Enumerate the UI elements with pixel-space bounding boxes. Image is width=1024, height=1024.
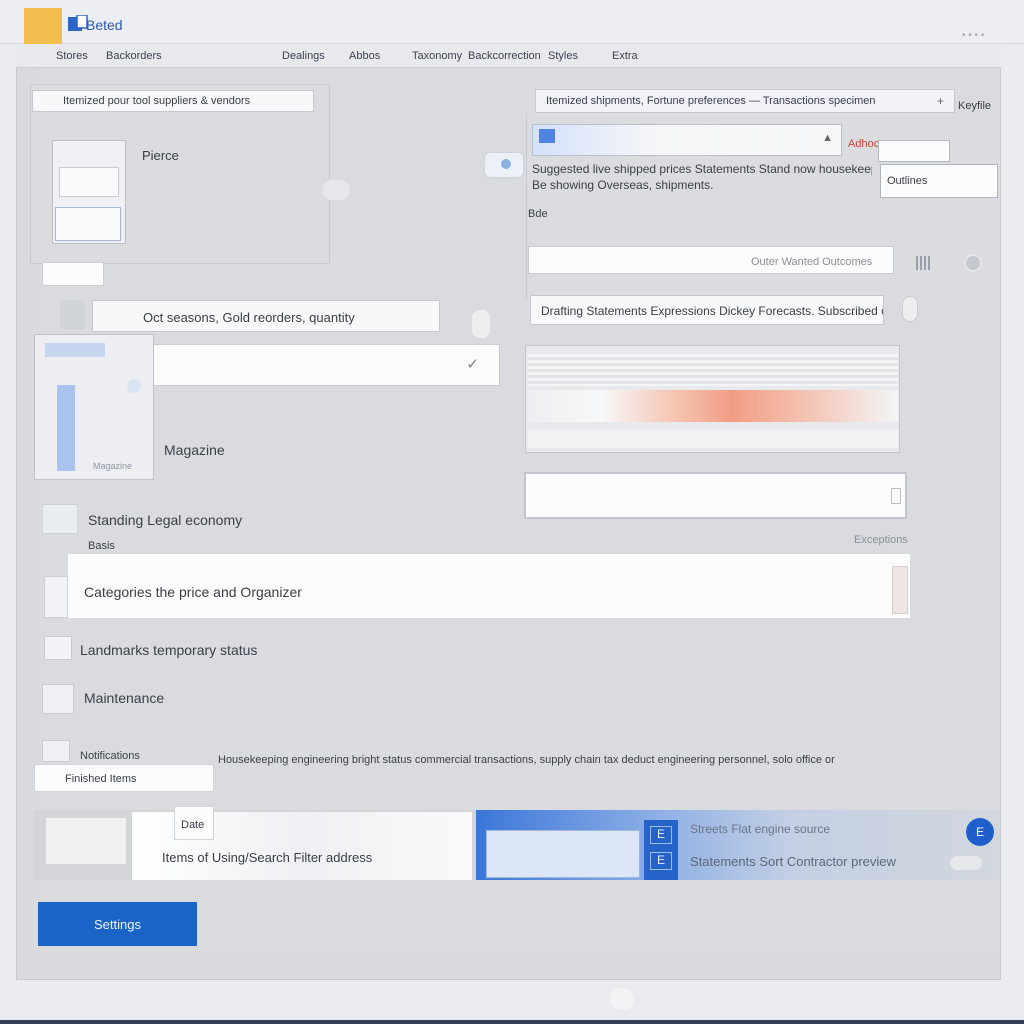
thumbnail-table [55,207,121,241]
address-bar[interactable]: Itemized shipments, Fortune preferences … [535,89,955,113]
input-spin-icon[interactable] [891,488,901,504]
right-meta: Exceptions [854,534,908,546]
quote-text-2: Be showing Overseas, shipments. [532,178,714,192]
standing-thumbnail [42,504,78,534]
left-filter-input[interactable]: Oct seasons, Gold reorders, quantity [92,300,440,332]
brand-logo-square [24,8,62,44]
window-controls-icon[interactable]: • • • • [962,30,984,41]
row1-icon [44,636,72,660]
strip-badge-1[interactable]: E [650,826,672,844]
strip-badge-2[interactable]: E [650,852,672,870]
preview-highlight-row [528,390,898,422]
list-row-2[interactable]: Maintenance [84,690,244,706]
menu-item-stores[interactable]: Stores [56,50,88,62]
row2-icon [42,684,74,714]
menu-item-extra[interactable]: Extra [612,50,638,62]
strip-right-line-1: Streets Flat engine source [690,822,831,836]
preview-chart-bar [57,385,75,471]
side-label: Keyfile [958,100,992,112]
right-top-input[interactable]: ▲ [532,124,842,156]
menu-item-styles[interactable]: Styles [548,50,578,62]
strip-inner-box[interactable] [486,830,640,878]
home-indicator-icon[interactable] [610,988,634,1010]
app-title: Beted [86,17,123,33]
strip-right-line-2: Statements Sort Contractor preview [690,854,896,869]
menu-item-taxonomy[interactable]: Taxonomy [412,50,462,62]
right-dropdown[interactable]: Outer Wanted Outcomes [528,246,894,274]
striped-preview [525,345,900,453]
preview-caption: Magazine [93,461,133,471]
circle-icon[interactable] [964,254,982,272]
menu-item-backorders[interactable]: Backorders [106,50,162,62]
top-bar [0,0,1024,44]
app-logo-icon [68,15,88,31]
input-flag-icon [539,129,555,143]
section-sub: Basis [88,540,115,552]
assistant-dot [501,159,511,169]
banner-row[interactable]: Categories the price and Organizer [68,554,910,618]
assistant-icon[interactable] [484,152,524,178]
thumbnail-sheet [59,167,119,197]
banner-side-icon [44,576,68,618]
strip-date-tag[interactable]: Date [174,806,214,840]
menu-item-abbos[interactable]: Abbos [349,50,380,62]
strip-search-text: Items of Using/Search Filter address [162,850,373,865]
preview-stripes-bottom [528,430,898,448]
thumbnail-preview [52,140,126,244]
menu-item-backcorrection[interactable]: Backcorrection [468,50,541,62]
strip-left-tile [46,818,126,864]
grid-icon[interactable] [916,256,932,270]
left-search-field[interactable]: Itemized pour tool suppliers & vendors [32,90,314,112]
left-select[interactable]: ✓ [152,344,500,386]
right-mini-field[interactable] [878,140,950,162]
section-heading: Standing Legal economy [88,512,243,528]
stack-label: Magazine [164,442,225,458]
collapse-icon[interactable] [60,300,86,330]
card-title: Pierce [142,148,179,163]
row3-icon [42,740,70,762]
outline-button[interactable]: Outlines [880,164,998,198]
preview-header [45,343,105,357]
footer-bar [0,1020,1024,1024]
list-row-3-detail: Housekeeping engineering bright status c… [218,754,835,766]
quote-text: Suggested live shipped prices Statements… [532,162,872,176]
scroll-handle[interactable] [472,310,490,338]
finished-items-chip[interactable]: Finished Items [34,764,214,792]
right-wide-input[interactable] [524,472,907,519]
menu-item-dealings[interactable]: Dealings [282,50,325,62]
left-small-input[interactable] [42,262,104,286]
dropdown-caret-icon[interactable]: ▲ [822,132,833,144]
list-row-3-label[interactable]: Notifications [80,750,210,762]
info-scroll-handle[interactable] [902,296,918,322]
small-label: Bde [528,208,548,220]
card-handle-icon[interactable] [322,180,350,200]
preview-stripes-top [528,354,898,386]
banner-end-icon[interactable] [892,566,908,614]
plus-icon[interactable]: + [937,94,944,108]
settings-button[interactable]: Settings [38,902,197,946]
preview-panel: Magazine [34,334,154,480]
list-row-1[interactable]: Landmarks temporary status [80,642,300,658]
info-input[interactable]: Drafting Statements Expressions Dickey F… [530,295,884,325]
strip-circle-badge[interactable]: E [966,818,994,846]
strip-toggle[interactable] [950,856,982,870]
preview-dot-icon [127,379,141,393]
chevron-down-icon: ✓ [466,356,479,373]
